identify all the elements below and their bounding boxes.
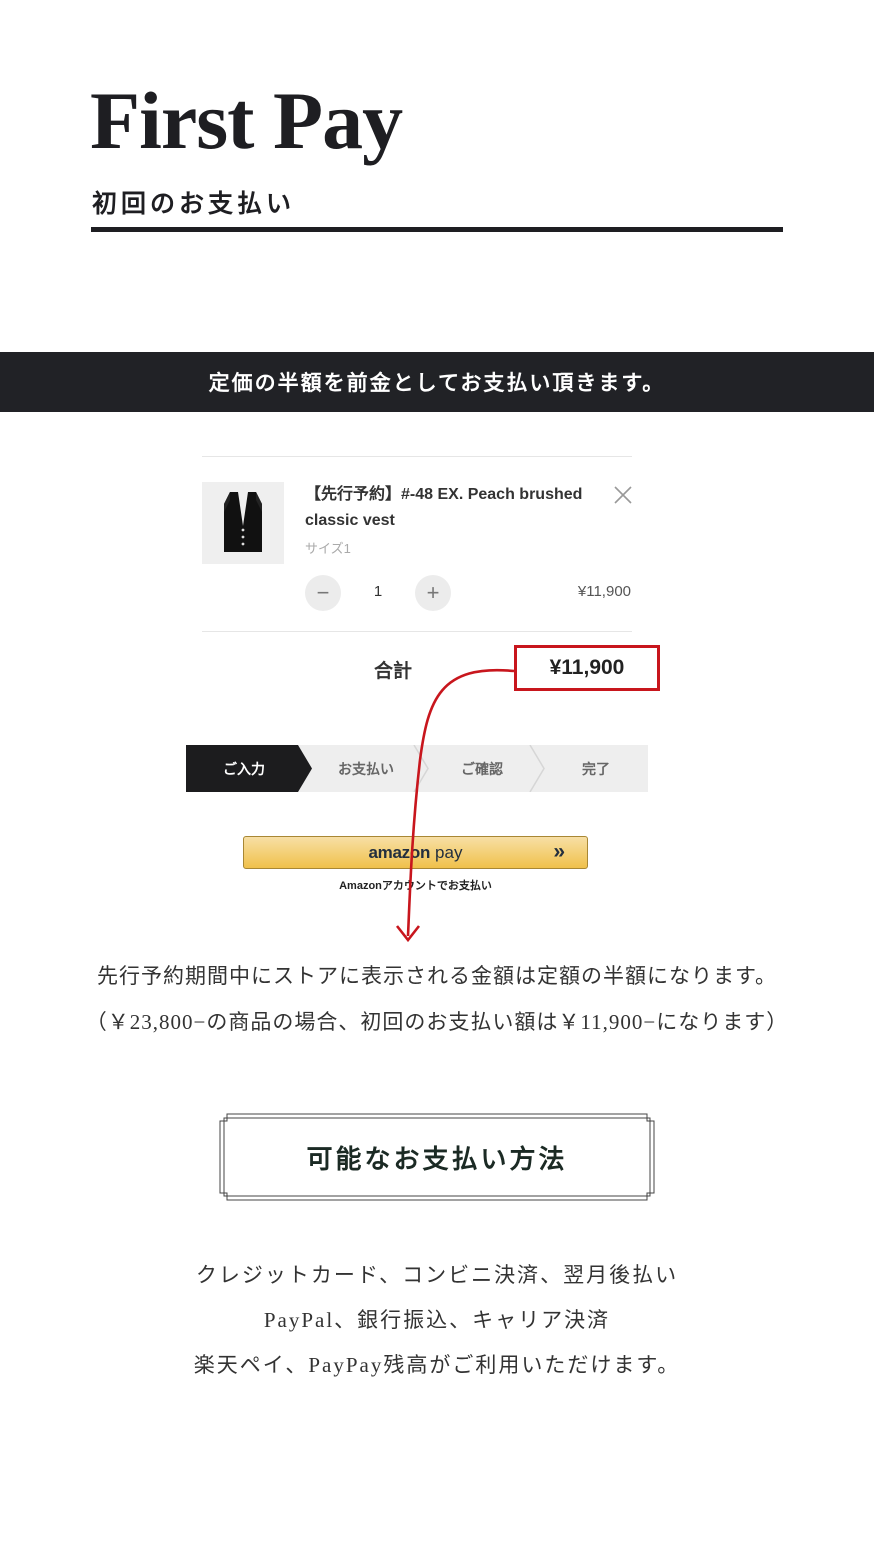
total-highlight-box: ¥11,900 xyxy=(514,645,660,691)
product-image[interactable] xyxy=(202,482,284,564)
total-label: 合計 xyxy=(374,661,413,682)
quantity-increase-button[interactable]: + xyxy=(415,575,451,611)
double-chevron-right-icon: » xyxy=(553,840,565,863)
checkout-steps: ご入力 お支払い ご確認 完了 xyxy=(186,745,648,792)
method-line-1: クレジットカード、コンビニ決済、翌月後払い xyxy=(195,1263,679,1287)
close-icon[interactable] xyxy=(612,484,634,506)
step-payment: お支払い xyxy=(338,761,394,777)
note-line-2: （￥23,800−の商品の場合、初回のお支払い額は￥11,900−になります） xyxy=(85,1010,789,1034)
title-underline xyxy=(91,227,783,232)
product-variant: サイズ1 xyxy=(305,541,351,556)
method-line-3: 楽天ペイ、PayPay残高がご利用いただけます。 xyxy=(193,1353,681,1377)
quantity-decrease-button[interactable]: − xyxy=(305,575,341,611)
product-name[interactable]: 【先行予約】#-48 EX. Peach brushed classic ves… xyxy=(305,482,595,534)
total-value: ¥11,900 xyxy=(549,656,625,679)
amazon-logo-text: amazon xyxy=(368,842,431,862)
plus-icon: + xyxy=(426,580,440,605)
minus-icon: − xyxy=(316,580,330,605)
cart-divider-bottom xyxy=(202,631,632,632)
line-item-price: ¥11,900 xyxy=(577,583,631,600)
page-subtitle: 初回のお支払い xyxy=(92,191,296,218)
step-input: ご入力 xyxy=(223,761,265,777)
step-confirm: ご確認 xyxy=(461,761,503,777)
amazon-pay-caption: Amazonアカウントでお支払い xyxy=(339,880,492,892)
amazon-pay-word: pay xyxy=(435,842,463,862)
quantity-value: 1 xyxy=(373,583,383,600)
info-banner: 定価の半額を前金としてお支払い頂きます。 xyxy=(0,352,874,412)
cart-divider-top xyxy=(202,456,632,457)
method-line-2: PayPal、銀行振込、キャリア決済 xyxy=(263,1308,611,1332)
vest-image-icon xyxy=(202,482,284,564)
page-title: First Pay xyxy=(90,75,403,166)
amazon-pay-button[interactable]: amazon pay » xyxy=(243,836,588,869)
note-line-1: 先行予約期間中にストアに表示される金額は定額の半額になります。 xyxy=(97,964,777,988)
methods-heading: 可能なお支払い方法 xyxy=(306,1144,568,1174)
step-complete: 完了 xyxy=(582,761,610,777)
banner-text: 定価の半額を前金としてお支払い頂きます。 xyxy=(208,371,666,395)
